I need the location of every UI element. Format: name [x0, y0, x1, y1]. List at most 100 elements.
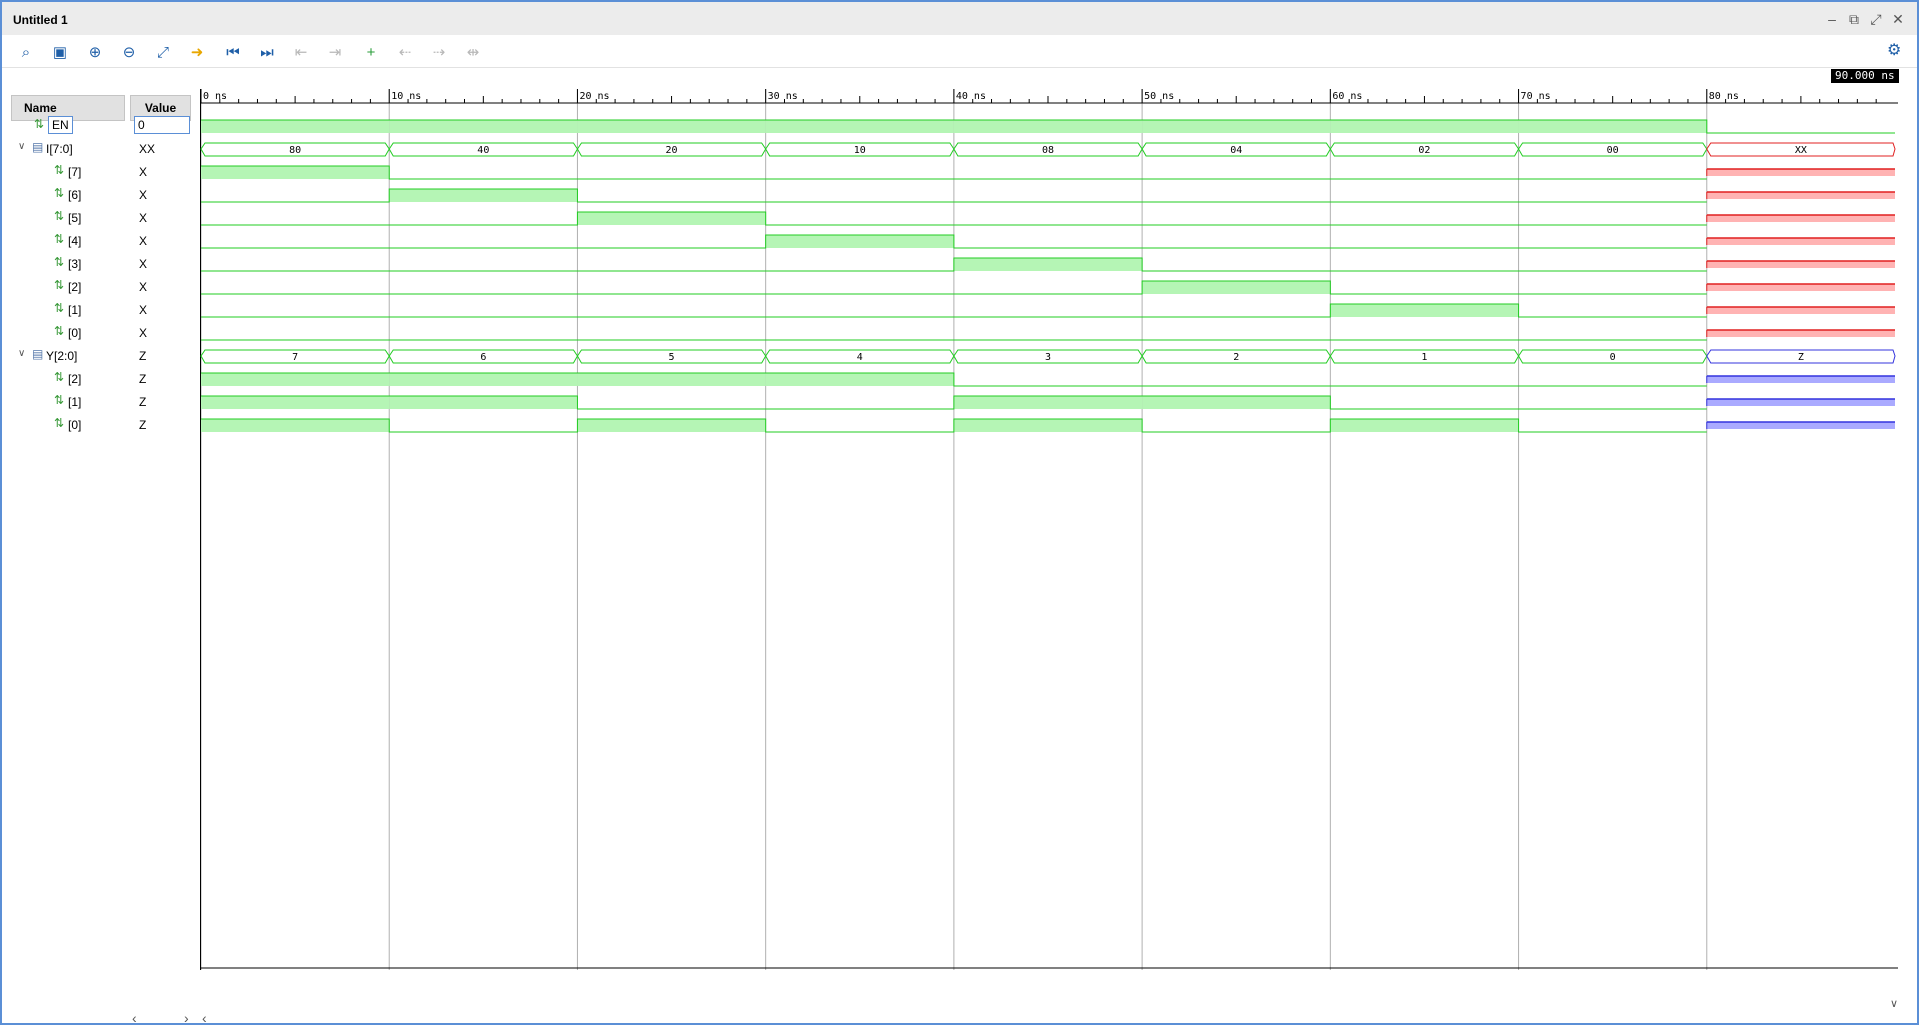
signal-icon: ⇅	[54, 163, 65, 177]
high-fill	[389, 396, 578, 409]
undefined-fill	[1706, 192, 1895, 199]
signal-row[interactable]: ⇅ [6] X	[2, 184, 200, 206]
time-tick-label: 50 ns	[1144, 91, 1174, 102]
signal-row[interactable]: ∨ ▤ I[7:0] XX	[2, 138, 200, 160]
scroll-right-icon[interactable]: ›	[184, 1010, 189, 1026]
go-to-cursor-icon[interactable]: ➜	[186, 41, 208, 63]
high-fill	[953, 419, 1143, 432]
wave-scroll-left-icon[interactable]: ‹	[202, 1010, 207, 1026]
waveform-canvas[interactable]: 0 ns 10 ns 20 ns 30 ns 40 ns 50 ns 60 ns 70 ns 8…	[200, 75, 1898, 970]
signal-icon: ⇅	[54, 324, 65, 338]
zoom-in-icon[interactable]: ⊕	[84, 41, 106, 63]
high-fill	[953, 396, 1143, 409]
undefined-fill	[1706, 215, 1895, 222]
horizontal-scrollbar[interactable]: ‹ › ‹	[132, 1010, 1902, 1026]
signal-icon: ⇅	[54, 278, 65, 292]
signal-name: [4]	[68, 234, 82, 248]
signal-name: [6]	[68, 188, 82, 202]
signal-row[interactable]: ⇅ [3] X	[2, 253, 200, 275]
scroll-down-icon[interactable]: ∨	[1890, 997, 1898, 1010]
minimize-icon[interactable]: –	[1825, 11, 1839, 28]
signal-row[interactable]: ⇅ EN 0	[2, 115, 200, 137]
high-fill	[201, 419, 390, 432]
signal-row[interactable]: ∨ ▤ Y[2:0] Z	[2, 345, 200, 367]
toolbar: ⌕ ▣ ⊕ ⊖ ⤢ ➜ ⏮ ⏭ ⇤ ⇥ + ⇠ ⇢ ⇹	[2, 37, 1917, 68]
high-fill	[201, 373, 390, 386]
signal-name: [2]	[68, 280, 82, 294]
add-marker-icon[interactable]: +	[360, 41, 382, 63]
bus-value-label: 20	[666, 145, 678, 156]
expand-chevron-icon[interactable]: ∨	[18, 141, 25, 152]
go-to-time-0-icon[interactable]: ⏮	[222, 41, 244, 63]
signal-row[interactable]: ⇅ [0] Z	[2, 414, 200, 436]
undefined-fill	[1706, 330, 1895, 337]
signal-icon: ⇅	[54, 393, 65, 407]
high-fill	[201, 396, 390, 409]
signal-icon: ⇅	[54, 416, 65, 430]
high-fill	[765, 120, 954, 133]
zoom-out-icon[interactable]: ⊖	[118, 41, 140, 63]
restore-icon[interactable]: ⧉	[1847, 11, 1861, 28]
signal-name: [7]	[68, 165, 82, 179]
bus-value-label: 3	[1045, 352, 1051, 363]
signal-value[interactable]: 0	[134, 116, 190, 134]
signal-row[interactable]: ⇅ [1] Z	[2, 391, 200, 413]
signal-row[interactable]: ⇅ [1] X	[2, 299, 200, 321]
signal-icon: ⇅	[54, 232, 65, 246]
maximize-icon[interactable]: ⤢	[1869, 11, 1883, 28]
high-fill	[389, 373, 578, 386]
high-fill	[1330, 419, 1519, 432]
swap-cursors-icon: ⇹	[466, 44, 480, 61]
signal-row[interactable]: ⇅ [2] X	[2, 276, 200, 298]
signal-icon: ⇅	[34, 117, 45, 131]
signal-icon: ⇅	[54, 186, 65, 200]
signal-name: [0]	[68, 418, 82, 432]
bus-value-label: 00	[1607, 145, 1619, 156]
signal-row[interactable]: ⇅ [2] Z	[2, 368, 200, 390]
close-icon[interactable]: ✕	[1891, 11, 1905, 28]
bus-value-label: 6	[480, 352, 486, 363]
gear-icon[interactable]: ⚙	[1887, 40, 1901, 60]
signal-value: XX	[139, 142, 156, 156]
go-to-last-time-icon[interactable]: ⏭	[256, 41, 278, 63]
high-fill	[577, 212, 766, 225]
signal-name[interactable]: EN	[48, 116, 73, 134]
signal-name: I[7:0]	[46, 142, 73, 156]
time-tick-label: 0 ns	[203, 91, 227, 102]
signal-row[interactable]: ⇅ [4] X	[2, 230, 200, 252]
zoom-fit-icon[interactable]: ⤢	[152, 41, 174, 63]
bus-value-label: 80	[289, 145, 301, 156]
signal-row[interactable]: ⇅ [7] X	[2, 161, 200, 183]
search-icon[interactable]: ⌕	[15, 41, 37, 63]
high-fill	[1330, 120, 1519, 133]
bus-signal-icon: ▤	[32, 140, 44, 154]
time-tick-label: 60 ns	[1332, 91, 1362, 102]
scroll-left-icon[interactable]: ‹	[132, 1010, 137, 1026]
signal-row[interactable]: ⇅ [5] X	[2, 207, 200, 229]
signal-row[interactable]: ⇅ [0] X	[2, 322, 200, 344]
signal-name: [1]	[68, 395, 82, 409]
undefined-fill	[1706, 376, 1895, 383]
bus-value-label: 02	[1418, 145, 1430, 156]
save-icon[interactable]: ▣	[49, 41, 71, 63]
signal-value: Z	[139, 395, 147, 409]
bus-value-label: 4	[857, 352, 863, 363]
bus-value-label: 2	[1233, 352, 1239, 363]
high-fill	[577, 373, 766, 386]
bus-signal-icon: ▤	[32, 347, 44, 361]
bus-value-label: Z	[1798, 352, 1804, 363]
bus-value-label: 1	[1421, 352, 1427, 363]
undefined-fill	[1706, 307, 1895, 314]
bus-value-label: 0	[1610, 352, 1616, 363]
expand-chevron-icon[interactable]: ∨	[18, 348, 25, 359]
bus-value-label: 10	[854, 145, 866, 156]
high-fill	[201, 166, 390, 179]
signal-name: [3]	[68, 257, 82, 271]
high-fill	[1142, 281, 1331, 294]
signal-name: [1]	[68, 303, 82, 317]
undefined-fill	[1706, 261, 1895, 268]
signal-icon: ⇅	[54, 209, 65, 223]
bus-value-label: 04	[1230, 145, 1242, 156]
undefined-fill	[1706, 399, 1895, 406]
undefined-fill	[1706, 284, 1895, 291]
